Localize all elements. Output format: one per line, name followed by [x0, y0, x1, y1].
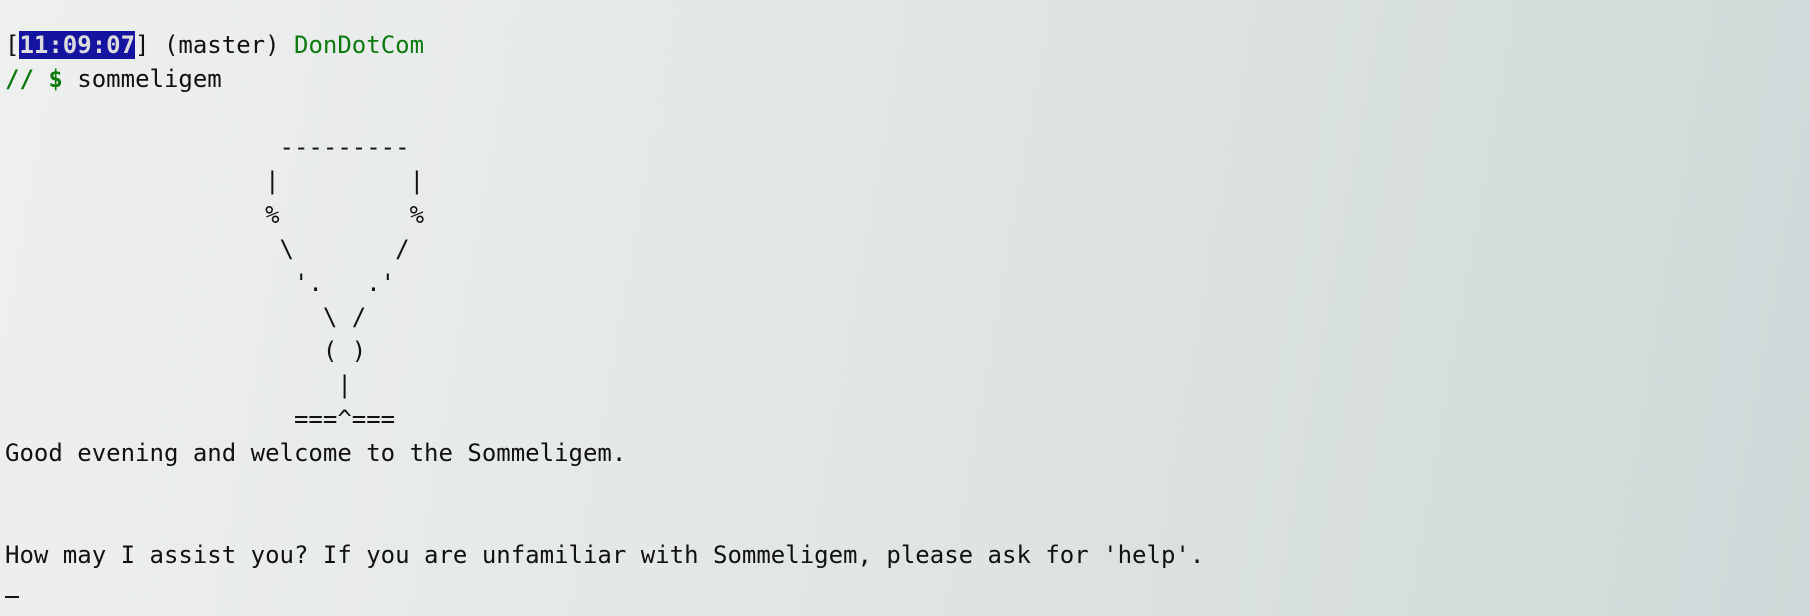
command-line: // $ sommeligem — [5, 62, 1810, 96]
open-bracket: [ — [5, 31, 20, 59]
wine-glass-ascii-art: --------- | | % % \ / '. .' \ / ( ) | ==… — [5, 96, 1810, 436]
art-line: --------- — [5, 133, 410, 161]
welcome-message: Good evening and welcome to the Sommelig… — [5, 439, 627, 467]
art-line: \ / — [5, 303, 367, 331]
art-line: | — [5, 371, 352, 399]
git-branch: (master) — [149, 31, 294, 59]
text-cursor — [5, 596, 19, 598]
prompt-user: DonDotCom — [294, 31, 425, 59]
assist-message: How may I assist you? If you are unfamil… — [5, 541, 1205, 569]
prompt-info-line: [11:09:07] (master) DonDotCom — [5, 28, 1810, 62]
art-line: ( ) — [5, 337, 367, 365]
art-line: | | — [5, 167, 425, 195]
prompt-time: 11:09:07 — [19, 31, 136, 59]
prompt-path: // — [5, 65, 34, 93]
art-line: '. .' — [5, 269, 396, 297]
art-line: ===^=== — [5, 405, 396, 433]
art-line: % % — [5, 201, 425, 229]
terminal-window[interactable]: [11:09:07] (master) DonDotCom // $ somme… — [0, 0, 1810, 616]
command-text: sommeligem — [77, 65, 222, 93]
close-bracket: ] — [135, 31, 150, 59]
input-line[interactable] — [5, 572, 1810, 606]
art-line: \ / — [5, 235, 410, 263]
blank-lines — [5, 470, 1810, 538]
prompt-symbol: $ — [48, 65, 63, 93]
